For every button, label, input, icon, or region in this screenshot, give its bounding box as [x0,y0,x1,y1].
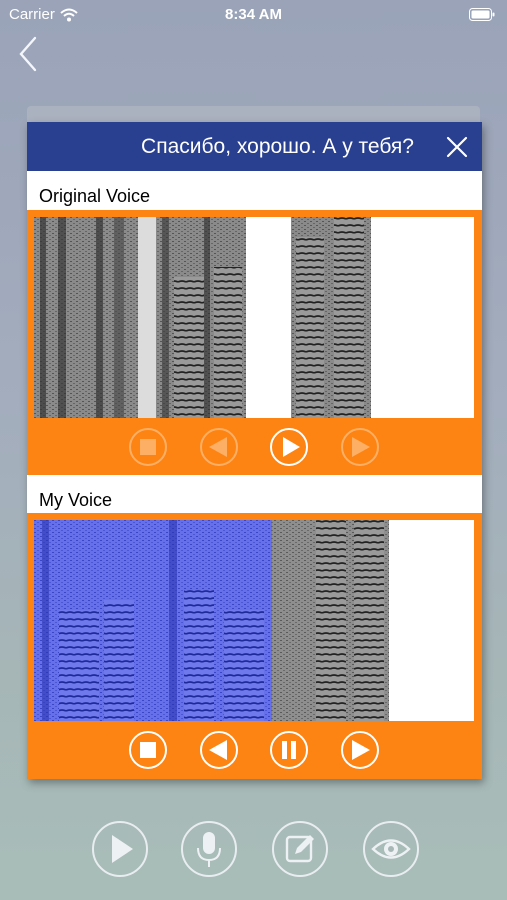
microphone-icon[interactable] [180,820,238,878]
original-controls [27,424,482,474]
play-icon[interactable] [269,427,309,467]
original-spectrogram-image [34,217,474,418]
original-spectrogram [34,217,474,418]
edit-icon[interactable] [271,820,329,878]
dialog-header: Спасибо, хорошо. А у тебя? [27,122,482,171]
eye-icon[interactable] [362,820,420,878]
my-spectrogram [34,520,474,721]
forward-icon[interactable] [340,730,380,770]
my-voice-label: My Voice [39,490,113,510]
original-voice-panel [27,210,482,475]
rewind-icon[interactable] [199,427,239,467]
dialog-title: Спасибо, хорошо. А у тебя? [141,135,414,158]
battery-icon [469,8,495,21]
stop-icon[interactable] [128,730,168,770]
clock: 8:34 AM [225,6,282,23]
my-spectrogram-image [34,520,474,721]
stop-icon[interactable] [128,427,168,467]
pause-icon[interactable] [269,730,309,770]
my-voice-panel [27,513,482,779]
bottom-toolbar [0,820,507,880]
rewind-icon[interactable] [199,730,239,770]
close-icon[interactable] [442,132,472,162]
play-icon[interactable] [91,820,149,878]
original-voice-label: Original Voice [39,186,151,206]
my-controls [27,727,482,777]
back-chevron-icon[interactable] [14,34,44,74]
forward-icon[interactable] [340,427,380,467]
status-bar: Carrier 8:34 AM [0,0,507,30]
pronunciation-dialog: Спасибо, хорошо. А у тебя? Original Voic… [27,122,482,779]
